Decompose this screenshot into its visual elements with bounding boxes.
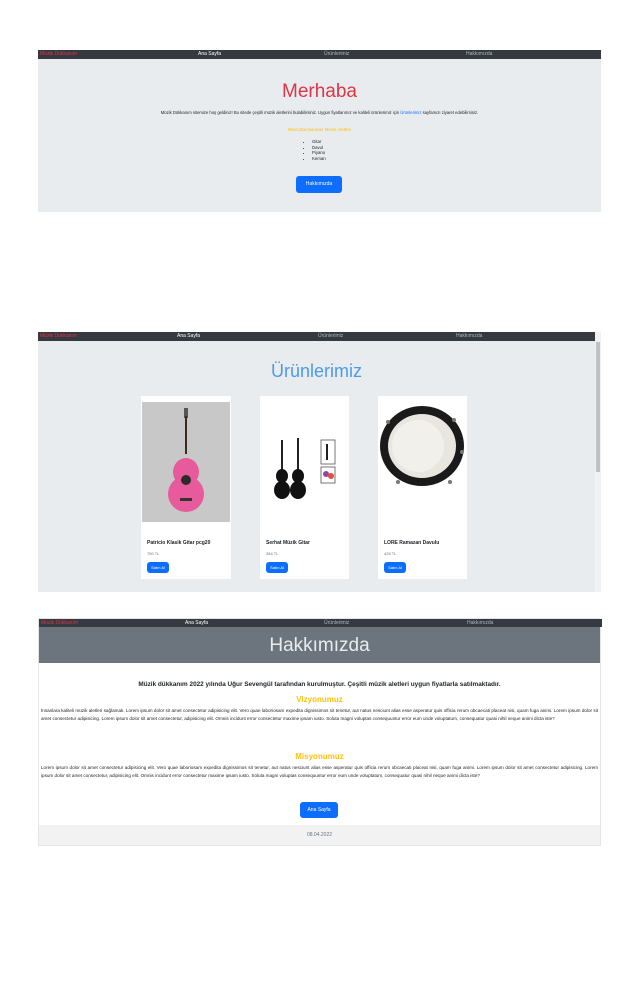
page-title: Merhaba [282, 81, 357, 102]
product-name: LORE Ramazan Davulu [384, 540, 440, 546]
home-button[interactable]: Ana Sayfa [300, 802, 338, 818]
product-card: Patricio Klasik Gitar pcg20 750 TL Satın… [141, 396, 231, 579]
vision-text: İnsanlara kaliteli müzik aletleri sağlam… [41, 708, 598, 721]
mission-text: Lorem ipsum dolor sit amet consectetur a… [41, 765, 598, 778]
navbar: Müzik Dükkanım Ana Sayfa Ürünlerimiz Hak… [38, 50, 601, 59]
product-card: Serhat Müzik Gitar 384 TL Satın Al [260, 396, 349, 579]
mission-title: Misyonumuz [295, 752, 344, 761]
nav-about-link[interactable]: Hakkımızda [466, 51, 492, 57]
about-title: Hakkımızda [269, 635, 370, 656]
products-title: Ürünlerimiz [270, 361, 362, 381]
about-lead: Müzik dükkanım 2022 yılında Uğur Sevengü… [138, 681, 501, 688]
about-header: Hakkımızda [39, 627, 600, 663]
product-name: Patricio Klasik Gitar pcg20 [147, 540, 211, 546]
nav-about-link[interactable]: Hakkımızda [456, 333, 482, 339]
nav-home-link[interactable]: Ana Sayfa [198, 51, 221, 57]
vision-title: Vizyonumuz [296, 695, 343, 704]
intro-text-suffix: sayfamızı ziyaret edebilirsiniz. [422, 110, 479, 115]
about-screen: Müzik Dükkanım Ana Sayfa Ürünlerimiz Hak… [38, 618, 602, 846]
product-image [260, 402, 349, 522]
scrollbar[interactable] [595, 332, 601, 592]
product-card: LORE Ramazan Davulu 425 TL Satın Al [378, 396, 467, 579]
list-item: Piyano [312, 150, 326, 156]
nav-about-link[interactable]: Hakkımızda [467, 620, 493, 626]
nav-brand[interactable]: Müzik Dükkanım [40, 333, 77, 339]
nav-brand[interactable]: Müzik Dükkanım [40, 51, 77, 57]
products-section: Ürünlerimiz Patricio Klasik Gitar pcg20 … [38, 341, 595, 592]
product-image [378, 402, 467, 522]
product-image [142, 402, 230, 522]
home-jumbotron: Merhaba Müzik Dükkanım sitemize hoş geld… [38, 59, 601, 212]
black-guitars-icon [274, 438, 336, 499]
list-item: Keman [312, 156, 326, 162]
drum-icon [380, 406, 464, 486]
scrollbar-thumb[interactable] [596, 342, 600, 472]
product-price: 425 TL [384, 551, 397, 556]
home-intro: Müzik Dükkanım sitemize hoş geldiniz! Bu… [38, 110, 601, 115]
instrument-list-title: Mevcutta bulunan Müzik Aletleri [287, 127, 352, 132]
nav-products-link[interactable]: Ürünlerimiz [324, 51, 349, 57]
navbar: Müzik Dükkanım Ana Sayfa Ürünlerimiz Hak… [38, 332, 595, 341]
footer: 08.04.2022 [39, 825, 600, 845]
navbar: Müzik Dükkanım Ana Sayfa Ürünlerimiz Hak… [39, 619, 602, 627]
nav-home-link[interactable]: Ana Sayfa [177, 333, 200, 339]
intro-text-prefix: Müzik Dükkanım sitemize hoş geldiniz! Bu… [160, 110, 400, 115]
products-screen: Müzik Dükkanım Ana Sayfa Ürünlerimiz Hak… [38, 332, 601, 592]
buy-button[interactable]: Satın Al [266, 562, 288, 573]
about-button[interactable]: Hakkımızda [296, 176, 342, 193]
pink-guitar-icon [168, 408, 204, 512]
product-price: 384 TL [266, 551, 279, 556]
product-name: Serhat Müzik Gitar [266, 540, 310, 546]
instrument-list: Gitar Davul Piyano Keman [312, 139, 326, 161]
nav-home-link[interactable]: Ana Sayfa [185, 620, 208, 626]
home-screen: Müzik Dükkanım Ana Sayfa Ürünlerimiz Hak… [38, 50, 601, 212]
buy-button[interactable]: Satın Al [384, 562, 406, 573]
nav-products-link[interactable]: Ürünlerimiz [318, 333, 343, 339]
buy-button[interactable]: Satın Al [147, 562, 169, 573]
footer-date: 08.04.2022 [306, 832, 333, 838]
products-inline-link[interactable]: Ürünlerimiz [400, 110, 421, 115]
nav-brand[interactable]: Müzik Dükkanım [41, 620, 78, 626]
nav-products-link[interactable]: Ürünlerimiz [324, 620, 349, 626]
product-price: 750 TL [147, 551, 160, 556]
